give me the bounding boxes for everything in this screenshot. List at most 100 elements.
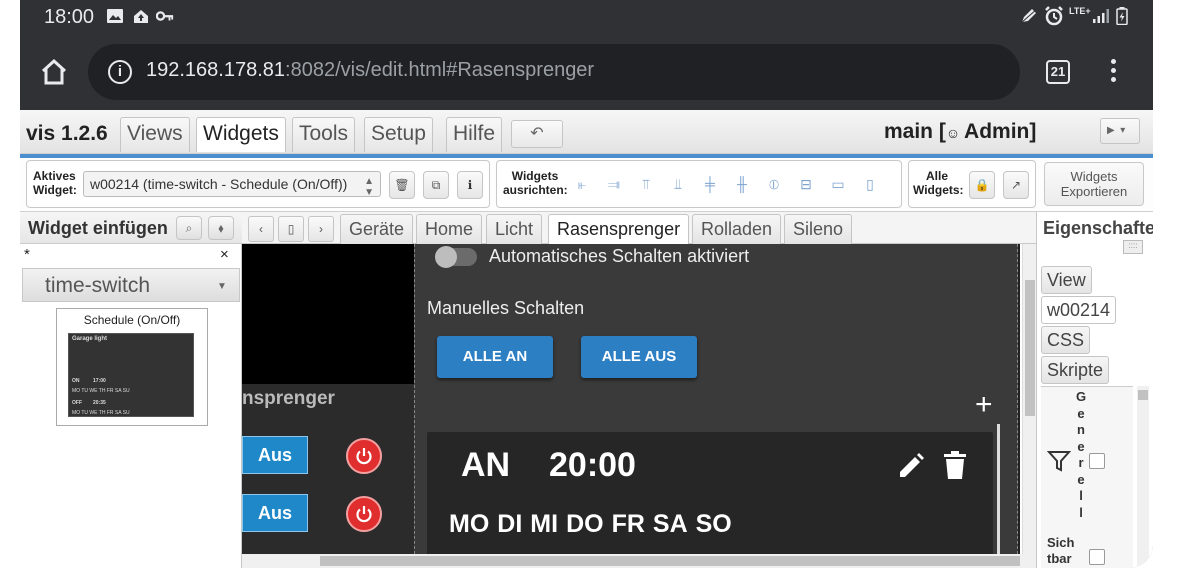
export-widgets-button[interactable]: Widgets Exportieren [1044,162,1144,206]
align-center-v-icon[interactable]: ╫ [733,175,751,193]
undo-button[interactable]: ↶ [511,120,563,148]
power-button-2[interactable] [346,496,382,532]
filter-value: * [24,246,30,263]
properties-title: Eigenschaften [1043,218,1153,238]
widget-insert-header: Widget einfügen ⌕ ⬧ [20,212,242,244]
home-icon[interactable] [38,56,70,88]
align-top-icon[interactable]: ⫪ [637,175,655,193]
url-field[interactable]: i 192.168.178.81:8082/vis/edit.html#Rase… [88,44,1020,100]
run-view-button[interactable]: ▶ ▾ [1100,118,1140,144]
view-canvas: nsprenger Aus Aus Automatisches Schalten… [242,244,1020,554]
prop-tab-view[interactable]: View [1041,266,1092,294]
user-icon: ☺ [945,125,965,141]
menu-tab-hilfe[interactable]: Hilfe [446,117,503,152]
tab-next-icon[interactable]: › [308,216,334,242]
tag-icon[interactable]: ⬧ [208,216,234,240]
align-right-icon[interactable]: ⫥ [605,175,623,193]
align-label-1: Widgets [511,169,559,183]
sichtbar-label: Sich tbar [1047,535,1075,566]
add-schedule-button[interactable]: + [975,390,993,420]
properties-scrollbar[interactable] [1137,386,1149,568]
scroll-thumb[interactable] [1025,280,1035,416]
prop-tab-skripte[interactable]: Skripte [1041,356,1110,384]
all-widgets-label-1: Alle [925,169,948,183]
cloud-upload-icon [134,10,148,23]
filter-icon[interactable] [1047,449,1071,473]
overflow-menu-icon[interactable] [1103,56,1123,88]
power-button-1[interactable] [346,438,382,474]
active-widget-select[interactable]: w00214 (time-switch - Schedule (On/Off))… [83,171,381,197]
menu-tab-views[interactable]: Views [120,117,190,152]
app-title: vis 1.2.6 [26,122,108,145]
menu-tab-setup[interactable]: Setup [364,117,433,152]
lte-signal-icon: LTE+ [1069,6,1091,16]
distribute-v-icon[interactable]: ⊟ [797,175,815,193]
widget-filter[interactable]: * × [20,244,242,266]
tab-home[interactable]: Home [416,214,483,244]
align-bottom-icon[interactable]: ⫫ [669,175,687,193]
export-label-2: Exportieren [1060,184,1128,199]
delete-widget-button[interactable]: 🗑 [389,171,415,199]
site-info-icon[interactable]: i [108,60,132,84]
tab-licht[interactable]: Licht [486,214,543,244]
prop-tab-widget[interactable]: w00214 [1041,296,1117,324]
tab-sileno[interactable]: Sileno [784,214,853,244]
prop-tab-css[interactable]: CSS [1041,326,1091,354]
widget-preview-image: Garage light ON 17:00 MO TU WE TH FR SA … [68,333,194,417]
align-left-icon[interactable]: ⫦ [573,175,591,193]
same-width-icon[interactable]: ▭ [829,175,847,193]
day-label: SO [695,510,732,538]
trash-icon[interactable] [943,450,967,480]
panel-handle[interactable]: :::: [1123,240,1143,254]
status-bar: 18:00 LTE+ [20,0,1153,34]
screen: 18:00 LTE+ i 192.168.178.81:8082/vis/edi… [0,0,1200,568]
aus-button-1[interactable]: Aus [242,436,308,474]
external-link-icon[interactable]: ↗ [1003,171,1029,199]
widget-toolbar: Aktives Widget: w00214 (time-switch - Sc… [20,158,1153,212]
align-center-h-icon[interactable]: ╪ [701,175,719,193]
same-height-icon[interactable]: ▯ [861,175,879,193]
lock-icon[interactable]: 🔒 [969,171,995,199]
tab-geraete[interactable]: Geräte [340,214,414,244]
distribute-h-icon[interactable]: ⦶ [765,175,783,193]
menu-tab-tools[interactable]: Tools [292,117,356,152]
menu-tab-widgets[interactable]: Widgets [196,117,286,152]
scroll-thumb[interactable] [320,556,1020,566]
scroll-thumb[interactable] [1138,390,1148,400]
tab-rasensprenger[interactable]: Rasensprenger [548,214,690,244]
widget-scrollbar[interactable] [997,424,1000,554]
tab-prev-icon[interactable]: ‹ [248,216,274,242]
day-label: DI [497,510,523,538]
widget-template-card[interactable]: Schedule (On/Off) Garage light ON 17:00 … [56,308,208,426]
sichtbar-checkbox[interactable] [1089,549,1105,565]
all-off-button[interactable]: ALLE AUS [581,336,697,378]
widget-info-button[interactable]: ℹ [457,171,483,199]
category-name: time-switch [45,274,151,297]
time-switch-widget[interactable]: Automatisches Schalten aktiviert Manuell… [414,244,1018,554]
preview-title: Garage light [72,336,108,342]
browser-window: 18:00 LTE+ i 192.168.178.81:8082/vis/edi… [20,0,1153,568]
schedule-time: 20:00 [549,446,636,484]
aus-button-2[interactable]: Aus [242,494,308,532]
canvas-vertical-scrollbar[interactable] [1022,244,1036,554]
canvas-horizontal-scrollbar[interactable] [242,554,1036,568]
edit-icon[interactable] [897,452,925,480]
tab-switcher-button[interactable]: 21 [1046,60,1070,84]
widget-category-select[interactable]: time-switch ▼ [22,268,240,302]
clipboard-icon[interactable]: ▯ [278,216,304,242]
address-bar: i 192.168.178.81:8082/vis/edit.html#Rase… [20,34,1153,110]
copy-widget-button[interactable]: ⧉ [423,171,449,199]
user-name: Admin] [964,120,1037,143]
tab-rolladen[interactable]: Rolladen [692,214,782,244]
clear-filter-icon[interactable]: × [220,246,229,263]
url-text[interactable]: 192.168.178.81:8082/vis/edit.html#Rasens… [146,59,594,82]
generell-checkbox[interactable] [1089,453,1105,469]
auto-switch-toggle[interactable] [435,246,477,268]
all-on-button[interactable]: ALLE AN [437,336,553,378]
align-group: Widgets ausrichten: ⫦ ⫥ ⫪ ⫫ ╪ ╫ ⦶ ⊟ ▭ ▯ [496,160,902,208]
search-icon[interactable]: ⌕ [176,216,202,240]
active-widget-label-2: Widget: [33,183,77,197]
url-host: 192.168.178.81 [146,59,286,81]
view-tab-bar: ‹ ▯ › Geräte Home Licht Rasensprenger Ro… [242,212,1036,244]
room-title: nsprenger [242,388,335,409]
